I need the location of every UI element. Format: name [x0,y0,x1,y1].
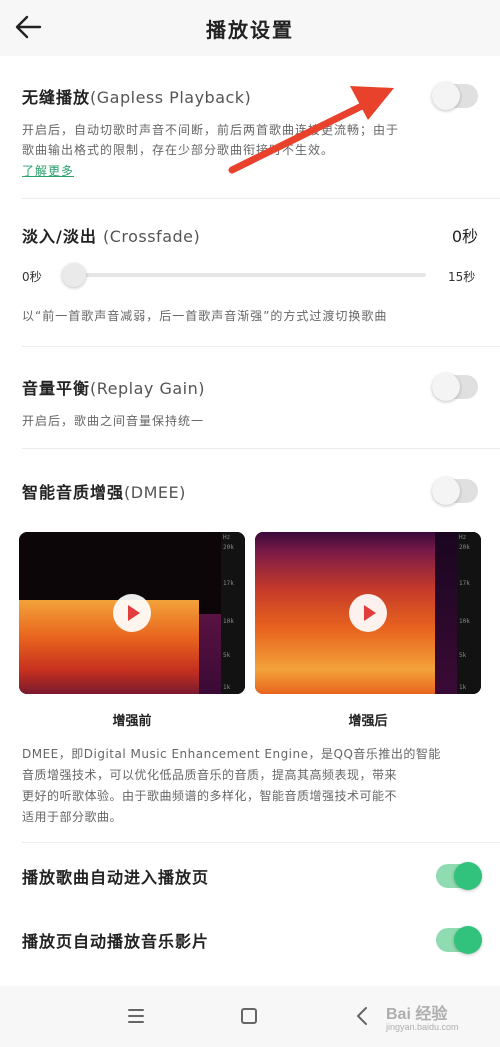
axis-tick: 1k [223,684,231,691]
gapless-description: 开启后，自动切歌时声音不间断，前后两首歌曲连接更流畅；由于 歌曲输出格式的限制，… [22,120,478,160]
replay-gain-label: 音量平衡 [22,379,91,398]
divider [22,842,500,843]
watermark-logo: Bai 经验 jingyan.baidu.com [386,1000,478,1040]
frequency-axis: Hz 20k 17k 10k 5k 1k [457,532,481,694]
crossfade-label-en: (Crossfade) [102,227,201,246]
dmee-toggle[interactable] [432,477,478,505]
axis-tick: 20k [459,544,470,551]
back-nav-icon[interactable] [343,998,383,1034]
axis-tick: 5k [223,652,231,659]
dmee-title: 智能音质增强(DMEE) [22,479,186,503]
home-icon[interactable] [229,998,269,1034]
watermark-text: Bai 经验 [386,1006,448,1023]
dmee-label-en: (DMEE) [124,483,186,502]
dmee-label: 智能音质增强 [22,483,125,502]
spectrogram-after: Hz 20k 17k 10k 5k 1k [255,532,481,694]
divider [22,346,500,347]
gapless-desc-line1: 开启后，自动切歌时声音不间断，前后两首歌曲连接更流畅；由于 [22,123,400,137]
dmee-desc-line2: 音质增强技术，可以优化低品质音乐的音质，提高其高频表现，带来 [22,768,398,782]
dmee-desc-line4: 适用于部分歌曲。 [22,810,123,824]
crossfade-value: 0秒 [451,227,478,246]
slider-min-label: 0秒 [22,270,42,284]
crossfade-title: 淡入/淡出 (Crossfade) [22,223,200,247]
crossfade-label: 淡入/淡出 [22,227,97,246]
slider-max-label: 15秒 [448,270,476,284]
crossfade-slider-track[interactable] [74,273,426,277]
learn-more-link[interactable]: 了解更多 [22,162,74,179]
title-bar: 播放设置 [0,0,500,56]
menu-icon[interactable] [116,998,156,1034]
axis-tick: 17k [223,580,234,587]
play-icon [364,605,376,621]
crossfade-slider-thumb[interactable] [62,263,86,287]
after-caption: 增强后 [348,714,388,729]
toggle-knob [432,477,460,505]
divider [22,198,500,199]
axis-tick: 1k [459,684,467,691]
gapless-desc-line2: 歌曲输出格式的限制，存在少部分歌曲衔接时不生效。 [22,143,335,157]
toggle-knob [454,926,482,954]
page-title: 播放设置 [206,18,294,42]
spectrogram-before: Hz 20k 17k 10k 5k 1k [19,532,245,694]
axis-tick: 17k [459,580,470,587]
watermark-sub: jingyan.baidu.com [386,1022,459,1032]
replay-gain-description: 开启后，歌曲之间音量保持统一 [22,414,205,428]
spectrum-fill [255,532,435,694]
divider [22,448,500,449]
toggle-knob [432,82,460,110]
axis-tick: 5k [459,652,467,659]
auto-player-toggle[interactable] [436,862,482,890]
play-button-after[interactable] [349,594,387,632]
axis-tick: 10k [459,618,470,625]
spectrum-tail [199,614,221,694]
dmee-desc-line1: DMEE，即Digital Music Enhancement Engine，是… [22,747,441,761]
spectrum-fill [19,600,199,694]
auto-video-title: 播放页自动播放音乐影片 [22,932,210,951]
gapless-toggle[interactable] [432,82,478,110]
gapless-label-en: (Gapless Playback) [90,88,252,107]
auto-video-toggle[interactable] [436,926,482,954]
dmee-description: DMEE，即Digital Music Enhancement Engine，是… [22,744,478,828]
gapless-label: 无缝播放 [22,88,91,107]
dmee-desc-line3: 更好的听歌体验。由于歌曲频谱的多样化，智能音质增强技术可能不 [22,789,398,803]
axis-unit: Hz [459,534,467,541]
replay-gain-label-en: (Replay Gain) [90,379,205,398]
toggle-knob [454,862,482,890]
crossfade-description: 以“前一首歌声音减弱，后一首歌声音渐强”的方式过渡切换歌曲 [22,309,388,323]
before-caption: 增强前 [112,714,152,729]
play-button-before[interactable] [113,594,151,632]
replay-gain-toggle[interactable] [432,373,478,401]
axis-tick: 10k [223,618,234,625]
axis-unit: Hz [223,534,231,541]
replay-gain-title: 音量平衡(Replay Gain) [22,375,205,399]
frequency-axis: Hz 20k 17k 10k 5k 1k [221,532,245,694]
axis-tick: 20k [223,544,234,551]
play-icon [128,605,140,621]
auto-player-title: 播放歌曲自动进入播放页 [22,868,210,887]
toggle-knob [432,373,460,401]
spectrum-tail [435,532,457,694]
gapless-title: 无缝播放(Gapless Playback) [22,84,251,108]
